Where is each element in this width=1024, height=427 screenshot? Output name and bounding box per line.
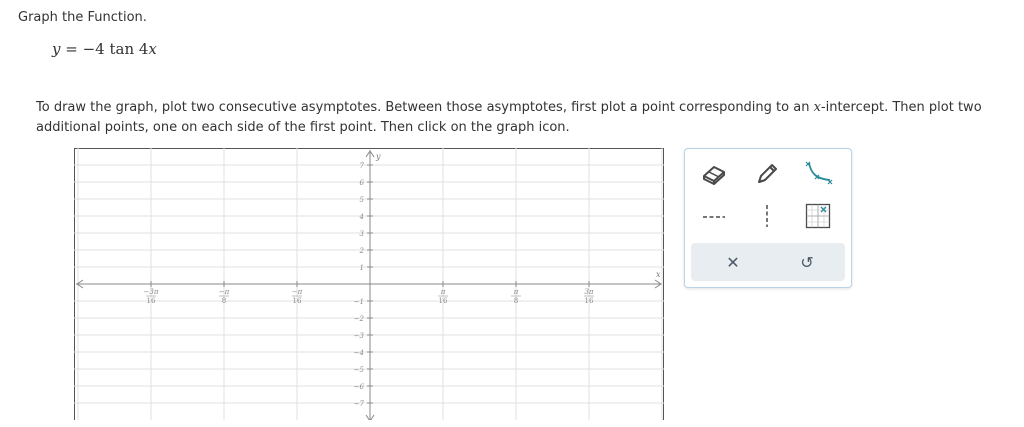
dashed-line-icon <box>703 216 725 218</box>
graph-toolbox: ✕ ↺ <box>684 148 852 288</box>
equation-x: x <box>148 40 157 58</box>
x-tick-label-denominator: 16 <box>147 297 156 305</box>
instructions-part1: To draw the graph, plot two consecutive … <box>36 100 814 115</box>
eraser-icon <box>703 166 725 185</box>
y-tick-label: −7 <box>354 400 365 408</box>
y-tick-label: 2 <box>359 247 365 255</box>
grid-icon <box>805 203 831 229</box>
y-tick-label: 4 <box>359 213 364 221</box>
y-tick-label: −3 <box>354 332 365 340</box>
pencil-icon <box>758 164 777 183</box>
x-tick-label-numerator: π <box>440 288 446 296</box>
graph-area[interactable]: x y −3π 16 −π 8 −π 16 π 16 π 8 3π 16 7 6 5 4 3 2 1 −1 −2 −3 −4 −5… <box>74 148 664 420</box>
x-tick-label-numerator: π <box>513 288 519 296</box>
instructions-text: To draw the graph, plot two consecutive … <box>36 98 986 138</box>
y-tick-label: −4 <box>354 349 364 357</box>
undo-icon: ↺ <box>800 252 814 272</box>
eraser-tool-button[interactable] <box>697 157 731 191</box>
y-tick-label: −2 <box>354 315 365 323</box>
function-equation: y = −4 tan 4x <box>52 40 157 58</box>
y-tick-label: 6 <box>360 179 365 187</box>
dashed-line-tool-button[interactable] <box>697 199 731 233</box>
x-tick-label-numerator: −π <box>219 288 230 296</box>
vertical-asymptote-icon <box>766 205 768 227</box>
tangent-curve-icon <box>805 161 833 185</box>
x-tick-label-denominator: 8 <box>514 297 518 305</box>
y-tick-label: −6 <box>354 383 365 391</box>
grid-tool-button[interactable] <box>801 199 835 233</box>
y-tick-label: 5 <box>360 196 365 204</box>
y-tick-label: 3 <box>360 230 365 238</box>
y-tick-label: 7 <box>360 162 365 170</box>
close-icon: ✕ <box>726 252 740 272</box>
y-axis-label: y <box>375 152 381 161</box>
question-title: Graph the Function. <box>18 10 147 25</box>
action-bar: ✕ ↺ <box>691 243 845 281</box>
instructions-var: x <box>813 100 821 115</box>
x-tick-label-denominator: 16 <box>585 297 594 305</box>
equation-rhs: = −4 tan 4 <box>60 40 149 58</box>
pencil-tool-button[interactable] <box>750 157 784 191</box>
y-tick-label: −1 <box>354 298 364 306</box>
vertical-asymptote-tool-button[interactable] <box>750 199 784 233</box>
tangent-curve-tool-button[interactable] <box>801 157 835 191</box>
undo-button[interactable]: ↺ <box>787 245 827 279</box>
clear-button[interactable]: ✕ <box>713 245 753 279</box>
x-tick-label-numerator: 3π <box>584 288 593 296</box>
y-tick-label: −5 <box>354 366 365 374</box>
x-tick-label-numerator: −π <box>292 288 303 296</box>
x-tick-label-denominator: 8 <box>222 297 226 305</box>
x-axis-label: x <box>656 270 661 279</box>
x-tick-label-denominator: 16 <box>439 297 448 305</box>
graph-canvas[interactable]: xy−3π16−π8−π16π16π83π167654321−1−2−3−4−5… <box>74 148 664 420</box>
y-tick-label: 1 <box>360 264 364 272</box>
x-tick-label-denominator: 16 <box>293 297 302 305</box>
x-tick-label-numerator: −3π <box>144 288 159 296</box>
